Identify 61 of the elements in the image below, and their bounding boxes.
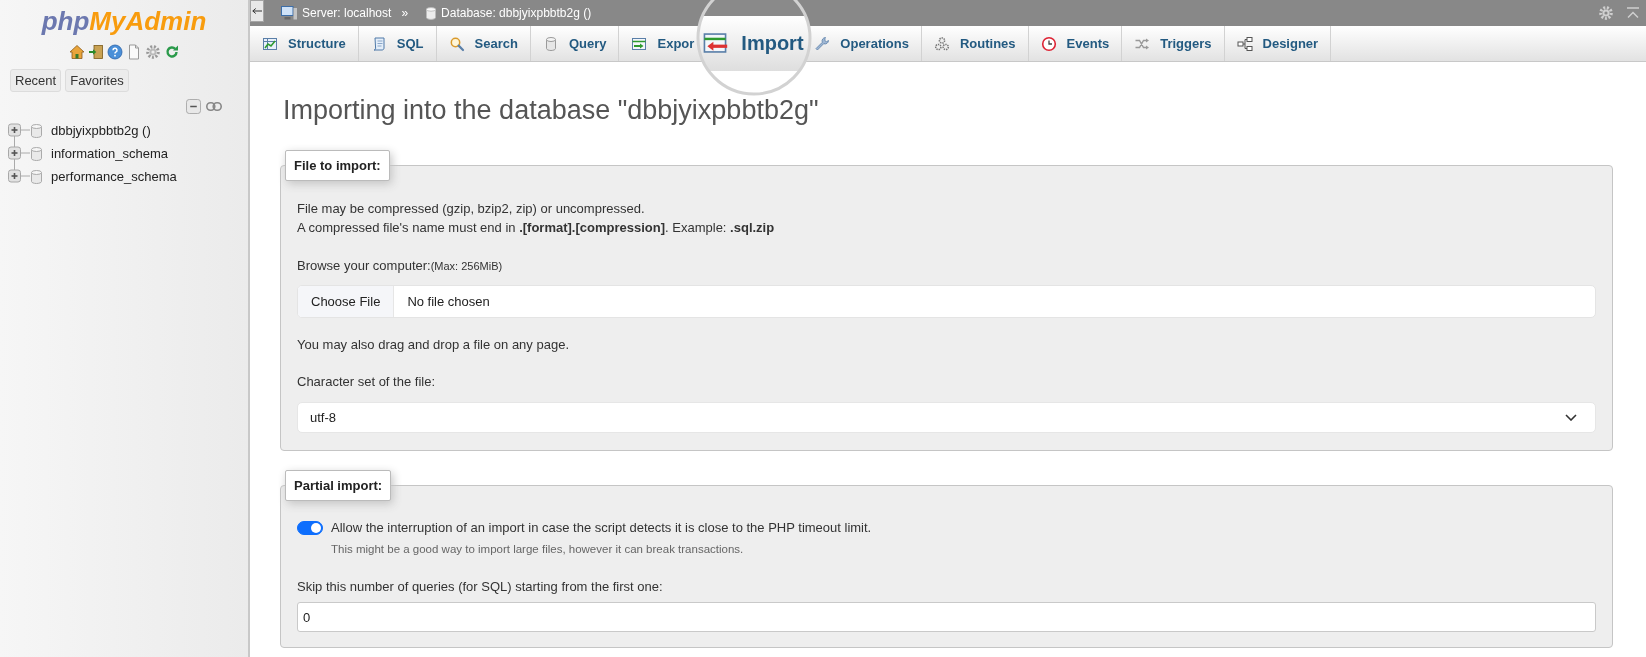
panel-legend: Partial import: xyxy=(285,470,392,501)
link-icon[interactable] xyxy=(206,101,222,111)
database-link[interactable]: information_schema xyxy=(49,145,171,162)
clock-icon xyxy=(1040,35,1057,52)
description-text: File may be compressed (gzip, bzip2, zip) or uncompressed. xyxy=(297,200,646,218)
left-arrow-icon xyxy=(252,7,262,15)
charset-label: Character set of the file: xyxy=(297,373,436,391)
door-icon[interactable] xyxy=(87,44,104,60)
database-icon xyxy=(31,123,42,138)
file-input[interactable]: Choose File No file chosen xyxy=(297,285,1596,318)
home-icon[interactable] xyxy=(68,44,85,60)
help-icon[interactable] xyxy=(106,44,123,60)
database-icon xyxy=(31,169,42,184)
file-status-text: No file chosen xyxy=(407,294,490,309)
choose-file-button[interactable]: Choose File xyxy=(298,286,395,317)
tab[interactable]: Designer xyxy=(1224,26,1332,61)
reload-icon[interactable] xyxy=(163,44,180,60)
settings-icon[interactable] xyxy=(1598,5,1614,21)
sidebar-tab-button[interactable]: Favorites xyxy=(65,69,129,92)
tab[interactable]: Events xyxy=(1028,26,1123,61)
breadcrumb-link[interactable]: Server: localhost xyxy=(302,6,392,20)
skip-queries-label: Skip this number of queries (for SQL) starting from the first one: xyxy=(297,578,664,596)
tab[interactable]: Triggers xyxy=(1122,26,1225,61)
computer-icon xyxy=(281,6,297,20)
gears-icon xyxy=(933,35,950,52)
breadcrumb-link[interactable]: Database: dbbjyixpbbtb2g () xyxy=(441,6,592,20)
tab[interactable]: SQL xyxy=(358,26,437,61)
max-size-text: (Max: 256MiB) xyxy=(430,260,503,272)
sidebar-tab-button[interactable]: Recent xyxy=(10,69,62,92)
search-icon xyxy=(448,35,465,52)
charset-select[interactable]: utf-8 xyxy=(297,402,1596,433)
panel-legend: File to import: xyxy=(285,150,390,181)
back-button[interactable] xyxy=(250,0,264,22)
help-text: This might be a good way to import large files, however it can break transactions. xyxy=(331,542,745,557)
settings-icon[interactable] xyxy=(144,44,161,60)
drag-hint-text: You may also drag and drop a file on any page. xyxy=(297,336,570,354)
skip-queries-input[interactable]: 0 xyxy=(297,602,1596,632)
description-text: A compressed file's name must end in .[format].[compression]. Example: .sql.zip xyxy=(297,219,776,237)
chevron-up-icon[interactable] xyxy=(1626,7,1640,19)
table-chart-icon xyxy=(262,35,278,52)
toggle-switch[interactable] xyxy=(297,520,323,535)
database-link[interactable]: performance_schema xyxy=(49,168,179,185)
toggle-label: Allow the interruption of an import in case the script detects it is close to the PHP timeout limit. xyxy=(331,519,872,537)
tab[interactable]: Routines xyxy=(921,26,1029,61)
database-icon xyxy=(31,146,42,161)
tab[interactable]: Expor xyxy=(619,26,695,61)
tab[interactable]: Query xyxy=(530,26,620,61)
breadcrumb-separator: » xyxy=(401,6,409,20)
browse-label: Browse your computer: xyxy=(297,258,431,273)
tab[interactable]: Operations xyxy=(814,26,922,61)
tab[interactable]: Search xyxy=(436,26,531,61)
database-link[interactable]: dbbjyixpbbtb2g () xyxy=(49,122,153,139)
page-heading: Importing into the database "dbbjyixpbbtb2g" xyxy=(283,96,820,124)
diagram-icon xyxy=(1236,35,1253,52)
wrench-icon xyxy=(814,35,831,52)
tab[interactable]: Structure xyxy=(250,26,359,61)
minus-box-icon[interactable] xyxy=(186,98,201,114)
plus-box-icon[interactable] xyxy=(8,142,30,165)
logo[interactable]: phpMyAdmin xyxy=(0,6,248,36)
database-icon xyxy=(426,6,437,20)
chevron-down-icon xyxy=(1565,414,1577,421)
